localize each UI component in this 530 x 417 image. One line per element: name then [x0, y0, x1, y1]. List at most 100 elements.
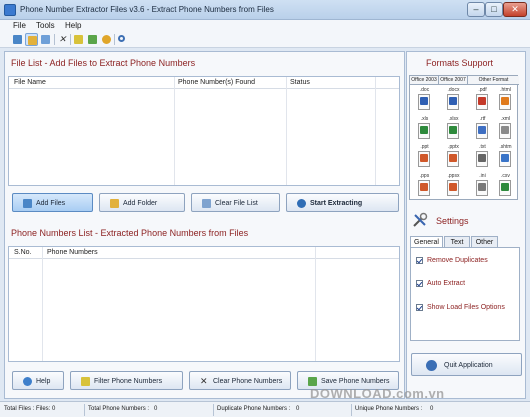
format-extension: .xls — [420, 115, 429, 122]
folder-icon — [110, 199, 119, 208]
format-cell: .ppsx — [440, 172, 467, 200]
file-type-icon — [476, 151, 488, 167]
add-files-icon[interactable] — [11, 33, 24, 46]
save-icon[interactable] — [86, 33, 99, 46]
office-2007-header: Office 2007 — [439, 76, 468, 85]
menu-file[interactable]: File — [13, 21, 26, 30]
file-type-icon — [499, 94, 511, 110]
file-type-icon — [476, 122, 488, 139]
file-type-icon — [499, 179, 511, 196]
settings-icon — [412, 212, 428, 228]
file-type-icon — [499, 151, 511, 167]
auto-extract-label: Auto Extract — [427, 280, 466, 287]
key-icon[interactable] — [100, 33, 113, 46]
menu-bar: File Tools Help — [0, 20, 530, 31]
file-type-icon — [476, 94, 488, 110]
format-extension: .html — [500, 87, 511, 93]
format-cell: .pps — [411, 172, 438, 200]
menu-tools[interactable]: Tools — [36, 21, 55, 30]
format-cell: .pptx — [440, 143, 467, 171]
file-type-icon — [418, 179, 430, 196]
settings-general-pane: Remove Duplicates Auto Extract Show Load… — [410, 247, 520, 341]
search-icon[interactable] — [116, 33, 129, 46]
format-cell: .xlsx — [440, 115, 467, 143]
add-folder-button[interactable]: Add Folder — [99, 193, 185, 212]
total-files-status: Total Files : Files: 0 — [4, 406, 56, 412]
unique-label: Unique Phone Numbers : — [355, 406, 423, 412]
col-phone-numbers[interactable]: Phone Numbers — [47, 249, 98, 256]
phone-list-table[interactable]: S.No. Phone Numbers — [8, 246, 400, 362]
total-phone-value: 0 — [154, 406, 158, 412]
window-title: Phone Number Extractor Files v3.6 - Extr… — [20, 5, 274, 14]
app-icon — [4, 4, 16, 16]
add-files-button[interactable]: Add Files — [12, 193, 93, 212]
unique-value: 0 — [430, 406, 434, 412]
formats-table: Office 2003 Office 2007 Other Format .do… — [409, 75, 519, 200]
remove-duplicates-checkbox[interactable] — [416, 257, 423, 264]
format-cell: .docx — [440, 86, 467, 114]
status-bar: Total Files : Files: 0 Total Phone Numbe… — [0, 401, 530, 417]
add-folder-icon[interactable] — [25, 33, 38, 46]
list-icon — [202, 199, 211, 208]
quit-icon — [426, 360, 437, 371]
remove-duplicates-label: Remove Duplicates — [427, 257, 488, 264]
other-format-header: Other Format — [468, 76, 519, 85]
format-cell: .xls — [411, 115, 438, 143]
format-cell: .shtm — [492, 143, 519, 171]
file-type-icon — [418, 122, 430, 139]
phone-list-title: Phone Numbers List - Extracted Phone Num… — [11, 228, 249, 238]
phone-list-header: S.No. Phone Numbers — [9, 247, 399, 259]
file-list-table[interactable]: File Name Phone Number(s) Found Status — [8, 76, 400, 186]
filter-icon[interactable] — [72, 33, 85, 46]
col-file-name[interactable]: File Name — [14, 79, 46, 86]
format-extension: .pptx — [448, 144, 459, 150]
format-cell: .xml — [492, 115, 519, 143]
office-2003-header: Office 2003 — [410, 76, 439, 85]
format-cell: .html — [492, 86, 519, 114]
col-status[interactable]: Status — [290, 79, 310, 86]
file-type-icon — [476, 179, 488, 196]
close-button[interactable]: ✕ — [503, 2, 527, 17]
duplicate-label: Duplicate Phone Numbers : — [217, 406, 291, 412]
save-icon — [308, 377, 317, 386]
help-button[interactable]: Help — [12, 371, 64, 390]
file-type-icon — [418, 151, 430, 167]
toolbar: ✕ — [0, 31, 530, 48]
copy-icon[interactable] — [39, 33, 52, 46]
file-list-title: File List - Add Files to Extract Phone N… — [11, 58, 196, 68]
help-icon — [23, 377, 32, 386]
maximize-button[interactable]: □ — [485, 2, 503, 17]
format-extension: .pps — [419, 172, 430, 179]
file-type-icon — [447, 179, 459, 196]
clear-file-list-button[interactable]: Clear File List — [191, 193, 280, 212]
col-phone-found[interactable]: Phone Number(s) Found — [178, 79, 255, 86]
format-extension: .csv — [501, 172, 510, 179]
format-extension: .ppt — [420, 144, 429, 150]
clear-icon[interactable]: ✕ — [56, 33, 69, 46]
title-bar: Phone Number Extractor Files v3.6 - Extr… — [0, 0, 530, 20]
quit-application-button[interactable]: Quit Application — [411, 353, 522, 376]
show-load-files-label: Show Load Files Options — [427, 304, 505, 311]
col-sno[interactable]: S.No. — [14, 249, 32, 256]
total-phone-label: Total Phone Numbers : — [88, 406, 150, 412]
filter-phone-numbers-button[interactable]: Filter Phone Numbers — [70, 371, 183, 390]
format-extension: .doc — [419, 87, 430, 93]
format-extension: .ppsx — [447, 172, 460, 179]
watermark: DOWNLOAD.com.vn — [310, 386, 445, 401]
duplicate-value: 0 — [296, 406, 300, 412]
show-load-files-checkbox[interactable] — [416, 304, 423, 311]
minimize-button[interactable]: – — [467, 2, 485, 17]
format-extension: .xml — [500, 115, 511, 122]
clear-phone-numbers-button[interactable]: ✕ Clear Phone Numbers — [189, 371, 291, 390]
auto-extract-checkbox[interactable] — [416, 280, 423, 287]
play-icon — [297, 199, 306, 208]
clear-icon: ✕ — [200, 376, 208, 386]
menu-help[interactable]: Help — [65, 21, 81, 30]
format-cell: .doc — [411, 86, 438, 114]
start-extracting-button[interactable]: Start Extracting — [286, 193, 399, 212]
format-extension: .xlsx — [448, 115, 459, 122]
format-extension: .docx — [447, 87, 460, 93]
format-extension: .shtm — [499, 144, 512, 150]
file-type-icon — [499, 122, 511, 139]
file-list-header: File Name Phone Number(s) Found Status — [9, 77, 399, 89]
